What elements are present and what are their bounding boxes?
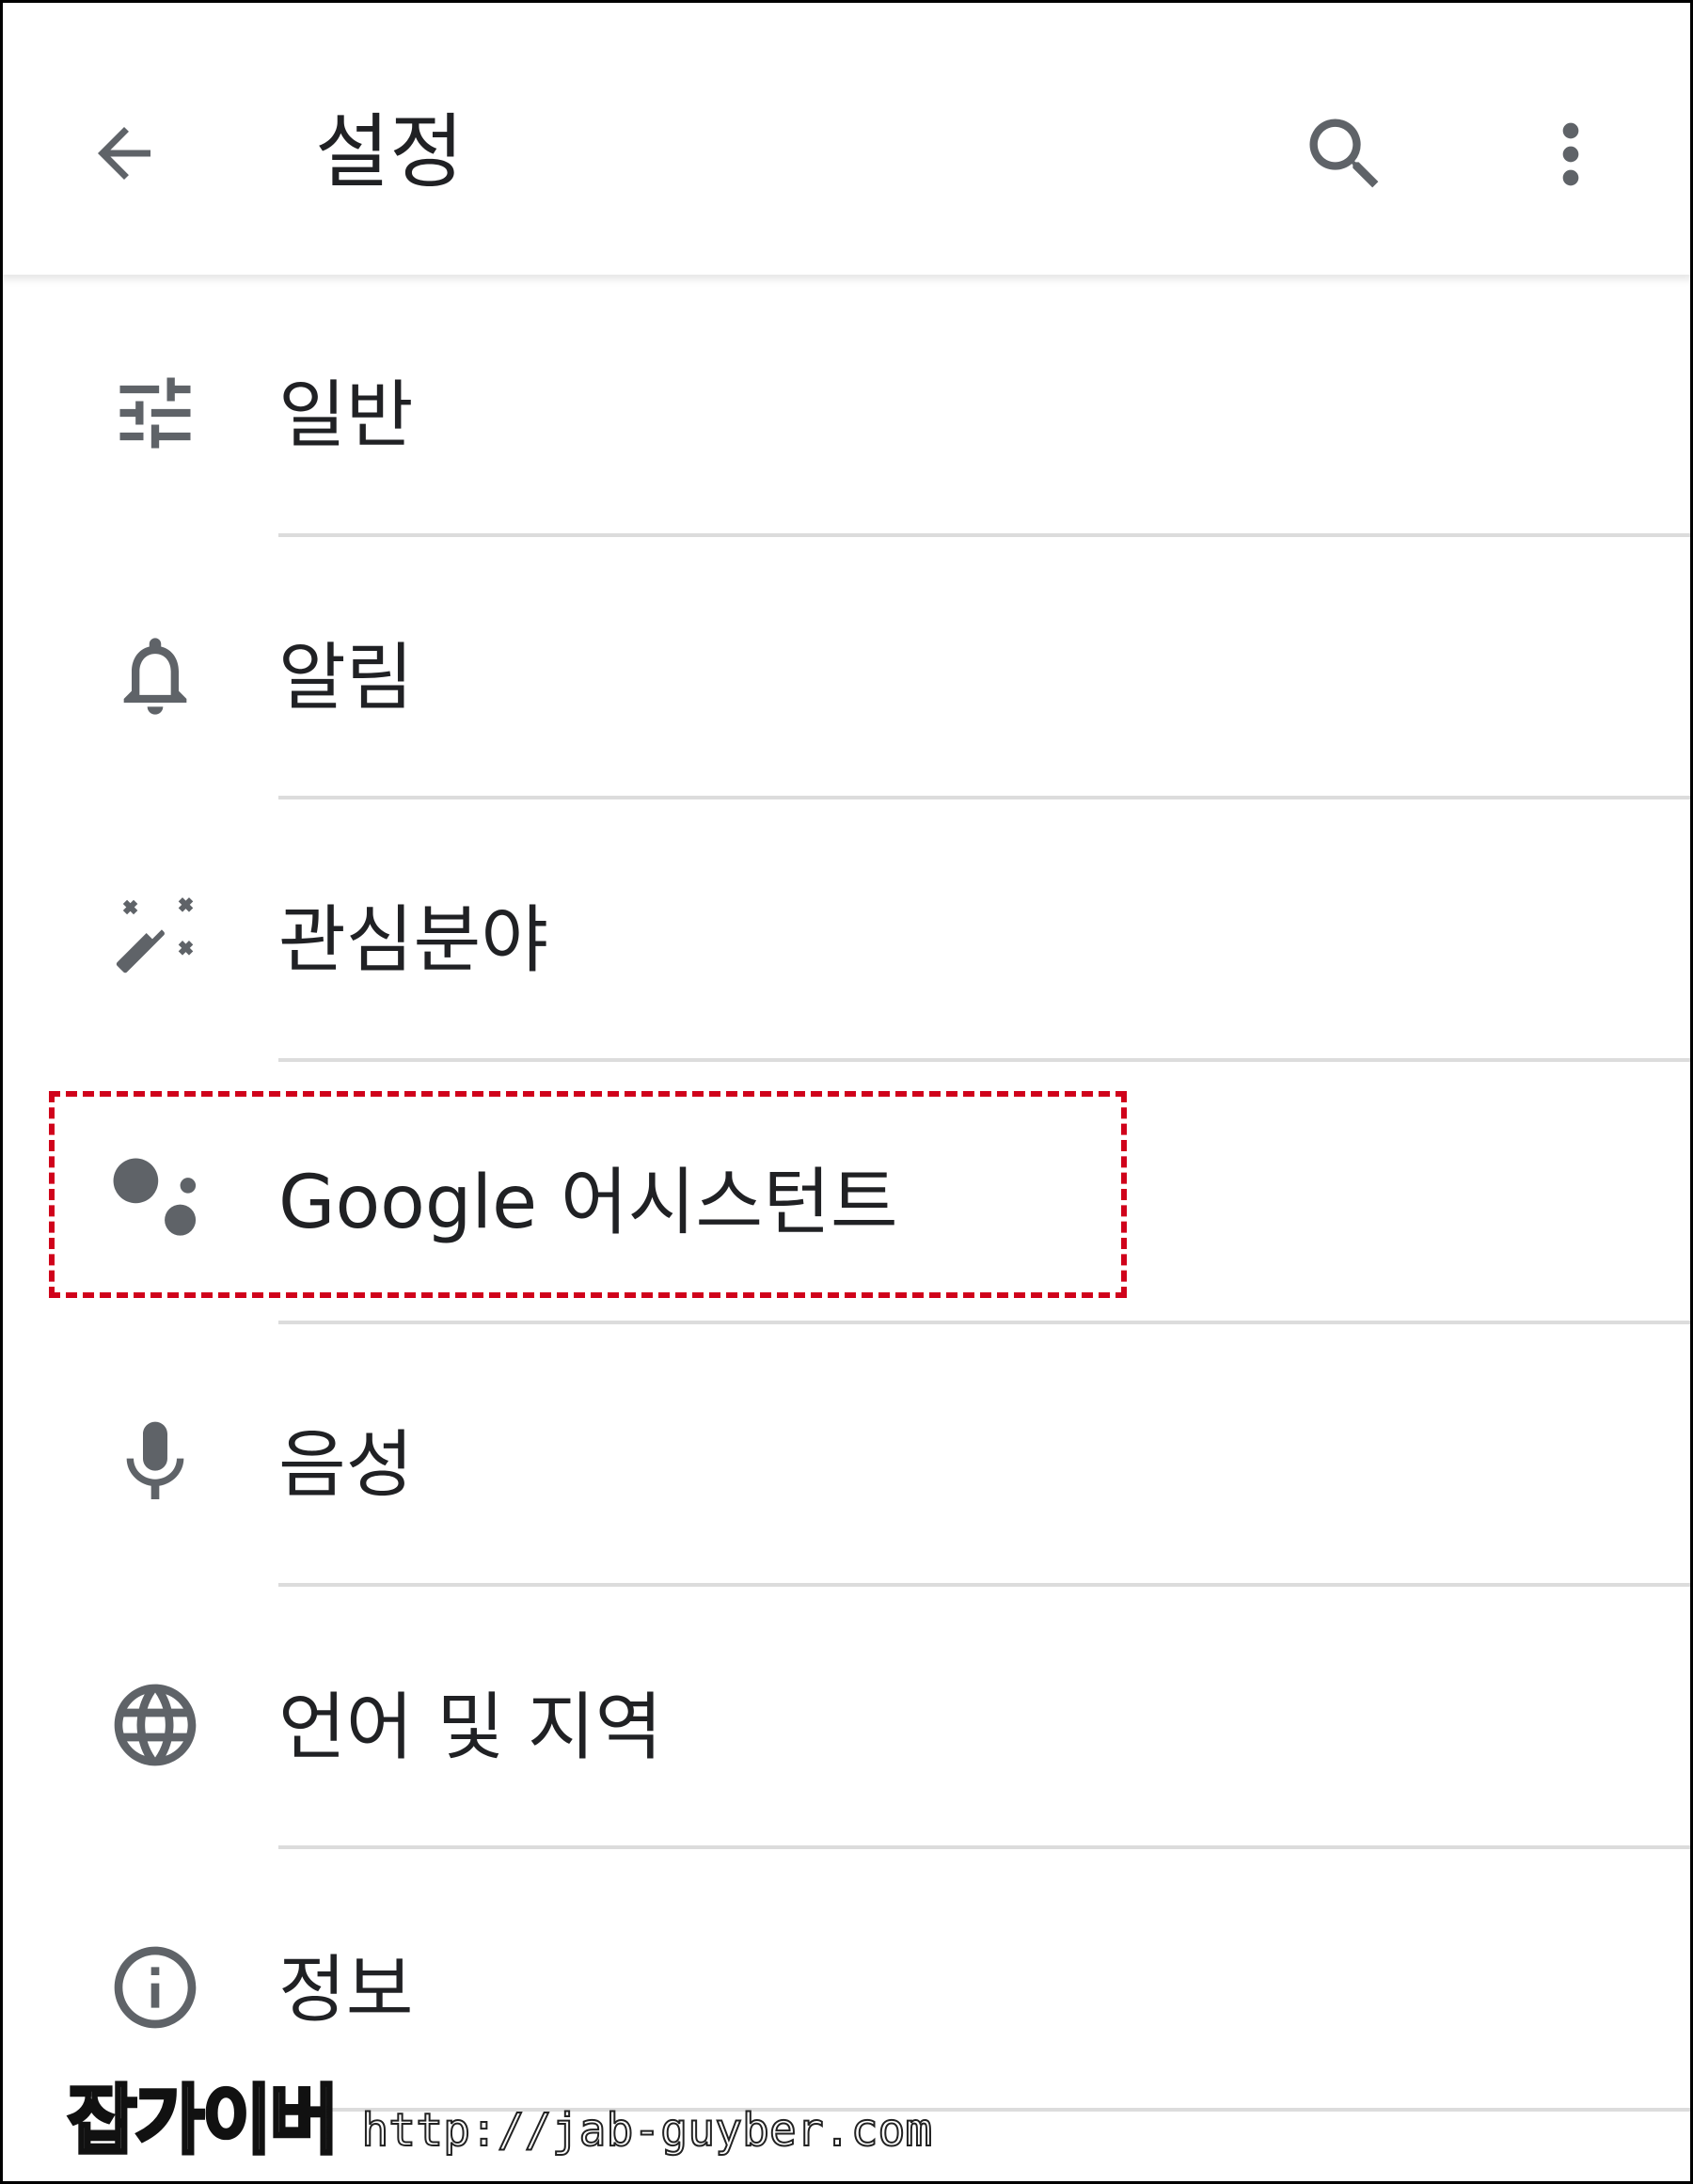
magic-wand-icon — [103, 886, 207, 989]
arrow-back-icon — [98, 127, 150, 180]
settings-item-about[interactable]: 정보 — [0, 1849, 1693, 2112]
settings-item-google-assistant[interactable]: Google 어시스턴트 — [0, 1062, 1693, 1324]
info-icon — [103, 1936, 207, 2039]
app-bar: 설정 — [0, 0, 1693, 275]
bell-icon — [103, 624, 207, 727]
settings-list: 일반 알림 관심분야 Google 어시스턴트 음성 언어 및 지역 정보 — [0, 275, 1693, 2112]
watermark-logo: 잡가이버 — [66, 2077, 340, 2165]
page-title: 설정 — [315, 105, 465, 199]
google-assistant-icon — [103, 1148, 207, 1252]
search-icon — [1309, 119, 1379, 188]
settings-item-interests[interactable]: 관심분야 — [0, 799, 1693, 1062]
settings-item-general[interactable]: 일반 — [0, 275, 1693, 537]
settings-item-label: 일반 — [278, 373, 414, 458]
settings-item-label: 관심분야 — [278, 898, 549, 983]
watermark-url: http://jab-guyber.com — [360, 2103, 933, 2158]
settings-item-label: 음성 — [278, 1423, 414, 1508]
settings-item-language-region[interactable]: 언어 및 지역 — [0, 1587, 1693, 1849]
settings-item-label: 정보 — [278, 1948, 414, 2033]
search-button[interactable] — [1296, 105, 1394, 203]
mic-icon — [103, 1411, 207, 1514]
settings-item-label: 언어 및 지역 — [278, 1685, 663, 1770]
more-vert-icon — [1562, 122, 1579, 186]
back-button[interactable] — [77, 106, 171, 200]
settings-item-label: 알림 — [278, 636, 414, 720]
settings-item-label: Google 어시스턴트 — [278, 1161, 898, 1245]
tune-icon — [103, 361, 207, 465]
settings-item-notifications[interactable]: 알림 — [0, 537, 1693, 799]
watermark: 잡가이버 http://jab-guyber.com — [66, 2077, 933, 2165]
more-options-button[interactable] — [1524, 105, 1618, 203]
settings-item-voice[interactable]: 음성 — [0, 1324, 1693, 1587]
globe-icon — [103, 1673, 207, 1777]
